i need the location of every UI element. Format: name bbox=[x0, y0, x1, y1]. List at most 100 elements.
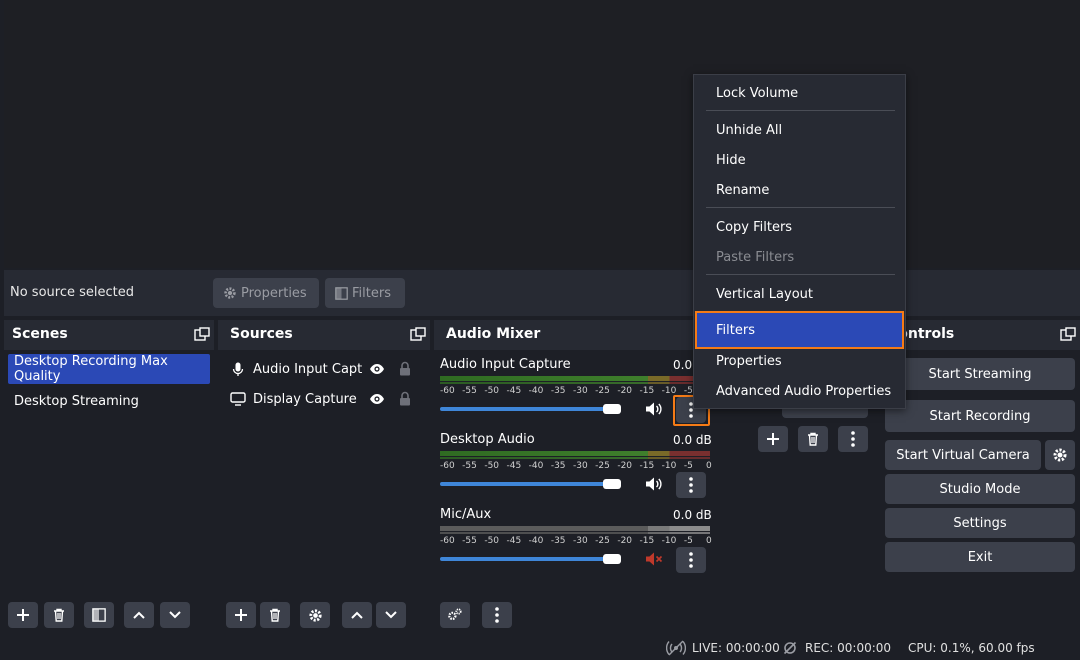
volume-meter bbox=[440, 382, 710, 384]
meter-tick-label: -10 bbox=[661, 536, 677, 546]
meter-tick-label: -20 bbox=[617, 536, 633, 546]
mixer-menu-button[interactable] bbox=[482, 602, 512, 628]
meter-tick-label: -20 bbox=[617, 461, 633, 471]
scene-item-label: Desktop Streaming bbox=[14, 393, 139, 409]
channel-db: 0.0 dB bbox=[673, 508, 712, 522]
meter-tick-label: -50 bbox=[484, 461, 500, 471]
meter-tick-label: -15 bbox=[639, 536, 655, 546]
virtual-camera-settings-button[interactable] bbox=[1045, 440, 1075, 470]
volume-slider[interactable] bbox=[440, 557, 621, 561]
rec-icon bbox=[783, 641, 797, 655]
meter-tick-label: -40 bbox=[528, 461, 544, 471]
speaker-muted-icon[interactable] bbox=[645, 551, 663, 567]
volume-slider[interactable] bbox=[440, 407, 621, 411]
eye-icon[interactable] bbox=[369, 362, 385, 376]
undock-icon[interactable] bbox=[410, 327, 426, 343]
menu-separator bbox=[706, 274, 895, 275]
scene-item[interactable]: Desktop Streaming bbox=[8, 386, 210, 416]
meter-tick-label: -40 bbox=[528, 386, 544, 396]
remove-scene-button[interactable] bbox=[44, 602, 74, 628]
channel-menu-button[interactable] bbox=[676, 472, 706, 498]
meter-tick-label: -5 bbox=[683, 536, 693, 546]
remove-transition-button[interactable] bbox=[798, 426, 828, 452]
sources-dock: Sources Audio Input Captu Display Captur… bbox=[218, 320, 430, 635]
move-source-up-button[interactable] bbox=[342, 602, 372, 628]
properties-button[interactable]: Properties bbox=[213, 278, 319, 308]
menu-item-copy-filters[interactable]: Copy Filters bbox=[696, 212, 903, 242]
meter-tick-label: -35 bbox=[550, 386, 566, 396]
source-item[interactable]: Display Capture bbox=[228, 385, 422, 413]
scene-item[interactable]: Desktop Recording Max Quality bbox=[8, 354, 210, 384]
meter-tick-label: -40 bbox=[528, 536, 544, 546]
menu-item-lock-volume[interactable]: Lock Volume bbox=[696, 78, 903, 108]
volume-slider-handle[interactable] bbox=[602, 554, 621, 564]
source-item[interactable]: Audio Input Captu bbox=[228, 355, 422, 383]
settings-button[interactable]: Settings bbox=[885, 508, 1075, 538]
menu-item-paste-filters: Paste Filters bbox=[716, 249, 795, 265]
start-recording-button[interactable]: Start Recording bbox=[885, 400, 1075, 432]
menu-separator bbox=[706, 110, 895, 111]
add-transition-button[interactable] bbox=[758, 426, 788, 452]
volume-slider-handle[interactable] bbox=[602, 404, 621, 414]
lock-icon[interactable] bbox=[399, 391, 411, 406]
add-scene-button[interactable] bbox=[8, 602, 38, 628]
move-scene-up-button[interactable] bbox=[124, 602, 154, 628]
menu-item-unhide-all[interactable]: Unhide All bbox=[696, 115, 903, 145]
meter-tick-label: -55 bbox=[462, 386, 477, 396]
scene-item-label: Desktop Recording Max Quality bbox=[14, 354, 168, 384]
eye-icon[interactable] bbox=[369, 392, 385, 406]
transition-menu-button[interactable] bbox=[838, 426, 868, 452]
channel-name: Audio Input Capture bbox=[440, 357, 571, 372]
menu-item-properties[interactable]: Properties bbox=[696, 346, 903, 376]
move-source-down-button[interactable] bbox=[376, 602, 406, 628]
more-vertical-icon bbox=[689, 552, 693, 568]
lock-icon[interactable] bbox=[399, 361, 411, 376]
meter-scale: -60-55-50-45-40-35-30-25-20-15-10-50 bbox=[440, 535, 712, 547]
meter-scale: -60-55-50-45-40-35-30-25-20-15-10-50 bbox=[440, 460, 712, 472]
volume-slider-handle[interactable] bbox=[602, 479, 621, 489]
channel-menu-button[interactable] bbox=[676, 547, 706, 573]
meter-scale: -60-55-50-45-40-35-30-25-20-15-10-50 bbox=[440, 385, 712, 397]
undock-icon[interactable] bbox=[1060, 327, 1076, 343]
meter-tick-label: 0 bbox=[706, 536, 712, 546]
meter-tick-label: -60 bbox=[440, 386, 455, 396]
monitor-icon bbox=[230, 392, 246, 406]
menu-item-filters[interactable]: Filters bbox=[695, 311, 904, 349]
advanced-audio-button[interactable] bbox=[440, 602, 470, 628]
meter-tick-label: -45 bbox=[506, 461, 522, 471]
scenes-list[interactable]: Desktop Recording Max Quality Desktop St… bbox=[4, 350, 214, 635]
volume-slider[interactable] bbox=[440, 482, 621, 486]
studio-mode-button[interactable]: Studio Mode bbox=[885, 474, 1075, 504]
exit-button[interactable]: Exit bbox=[885, 542, 1075, 572]
speaker-icon[interactable] bbox=[645, 401, 663, 417]
live-time: LIVE: 00:00:00 bbox=[692, 641, 780, 655]
move-scene-down-button[interactable] bbox=[160, 602, 190, 628]
menu-item-vertical-layout[interactable]: Vertical Layout bbox=[696, 279, 903, 309]
source-name: Display Capture bbox=[253, 391, 357, 407]
meter-tick-label: -60 bbox=[440, 461, 455, 471]
filters-button[interactable]: Filters bbox=[325, 278, 405, 308]
speaker-icon[interactable] bbox=[645, 476, 663, 492]
start-virtual-camera-button[interactable]: Start Virtual Camera bbox=[885, 440, 1041, 470]
scene-filters-button[interactable] bbox=[84, 602, 114, 628]
rec-time: REC: 00:00:00 bbox=[805, 641, 892, 655]
add-source-button[interactable] bbox=[226, 602, 256, 628]
properties-button-label: Properties bbox=[241, 285, 307, 301]
undock-icon[interactable] bbox=[194, 327, 210, 343]
menu-item-advanced-audio-properties[interactable]: Advanced Audio Properties bbox=[696, 376, 903, 406]
start-streaming-button[interactable]: Start Streaming bbox=[885, 358, 1075, 390]
menu-item-hide[interactable]: Hide bbox=[696, 145, 903, 175]
gear-icon bbox=[223, 286, 237, 300]
meter-tick-label: -10 bbox=[661, 461, 677, 471]
meter-tick-label: -30 bbox=[573, 536, 588, 546]
audio-mixer-title: Audio Mixer bbox=[446, 326, 541, 342]
source-properties-button[interactable] bbox=[300, 602, 330, 628]
meter-tick-label: -30 bbox=[573, 461, 588, 471]
cpu-stats: CPU: 0.1%, 60.00 fps bbox=[908, 641, 1035, 655]
remove-source-button[interactable] bbox=[260, 602, 290, 628]
menu-item-rename[interactable]: Rename bbox=[696, 175, 903, 205]
more-vertical-icon bbox=[689, 477, 693, 493]
preview-canvas[interactable] bbox=[4, 0, 1080, 268]
sources-list[interactable]: Audio Input Captu Display Capture bbox=[218, 350, 430, 635]
meter-tick-label: -30 bbox=[573, 386, 588, 396]
